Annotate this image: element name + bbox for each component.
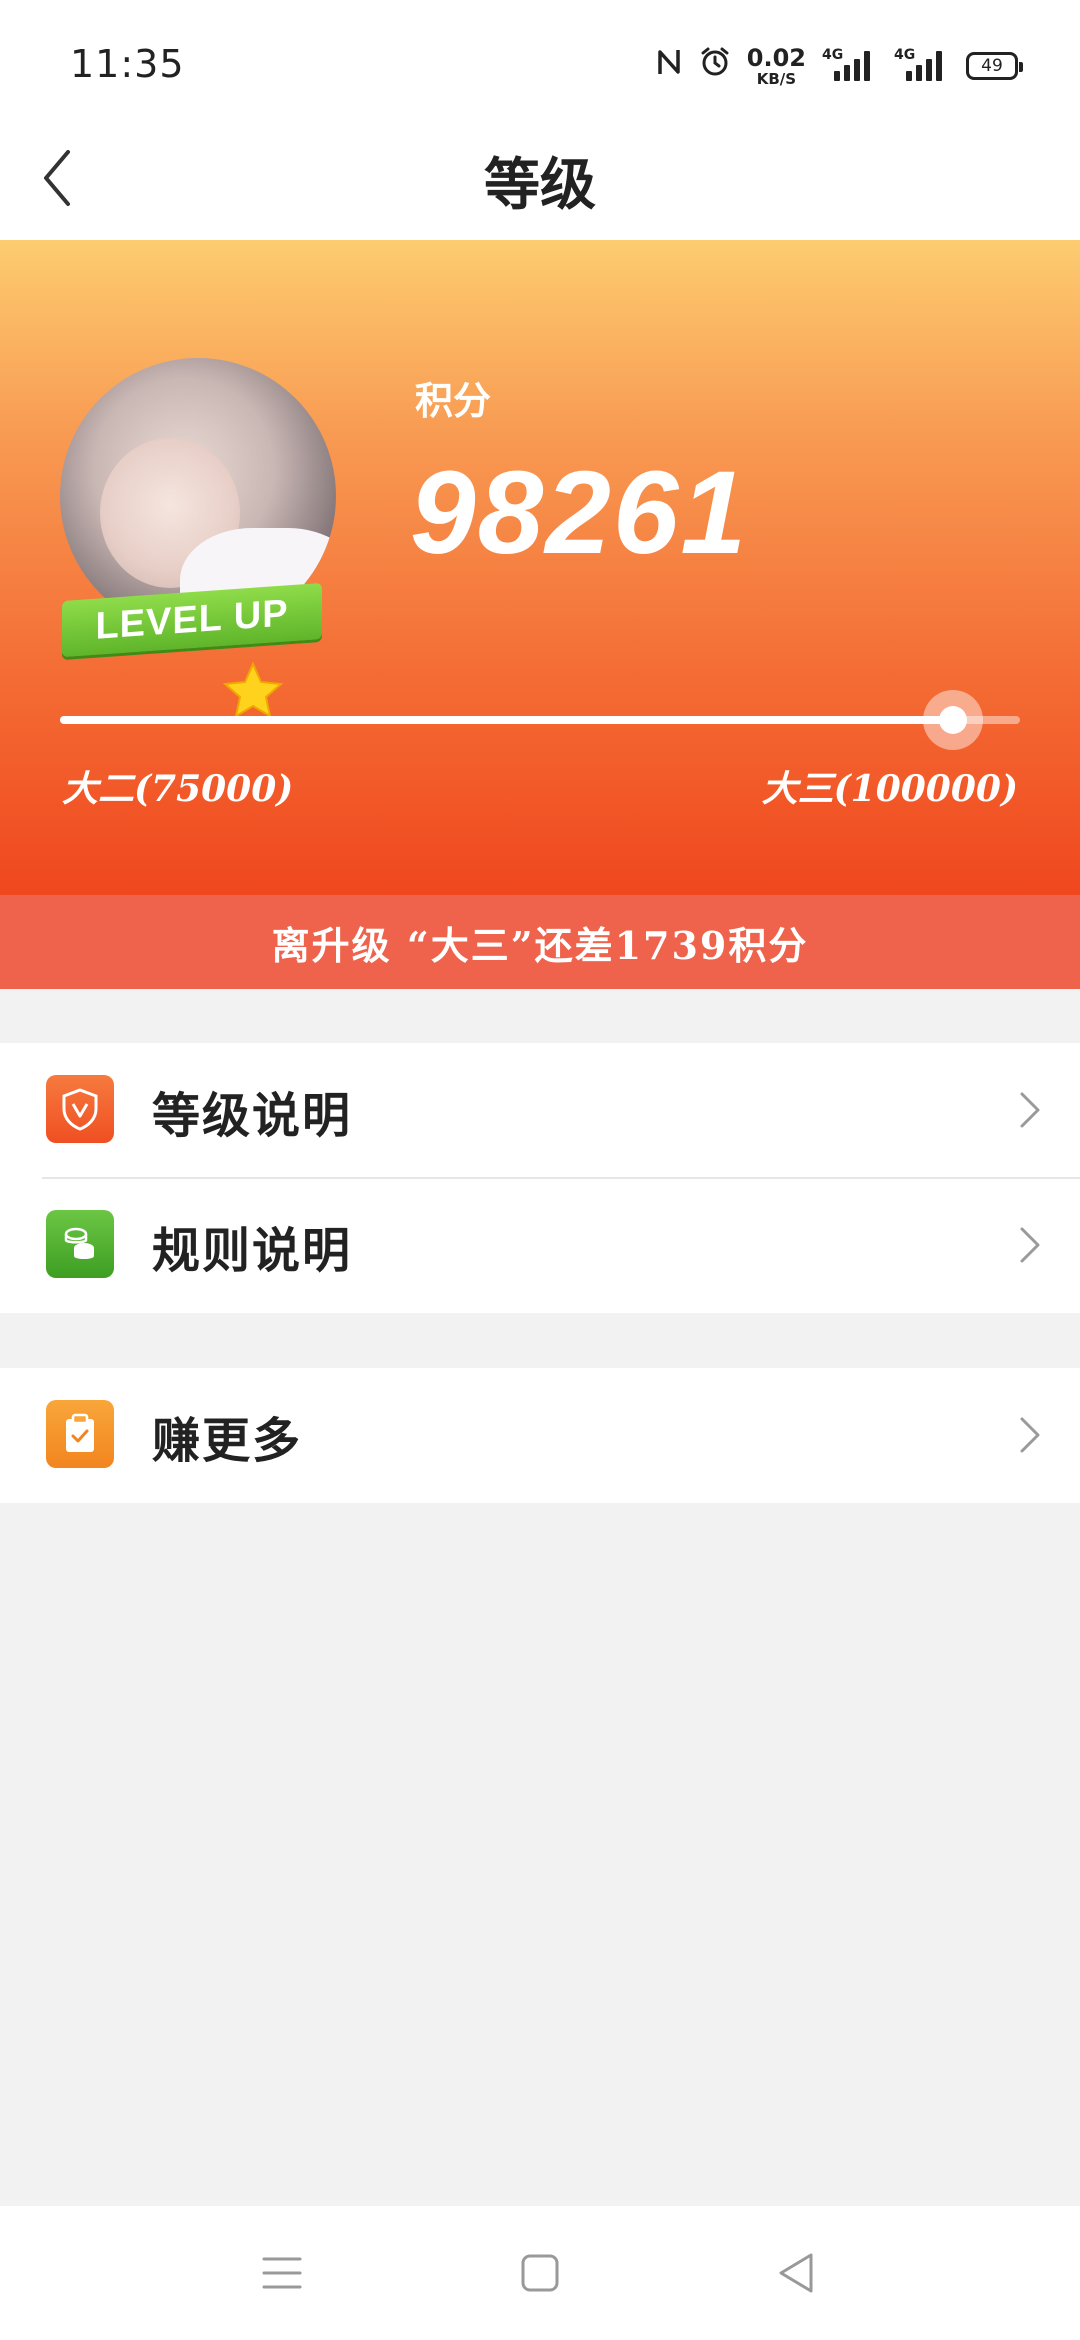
battery-icon: 49	[966, 52, 1023, 80]
level-up-text: LEVEL UP	[62, 582, 322, 658]
back-triangle-icon	[779, 2253, 813, 2293]
alarm-icon	[699, 46, 731, 86]
clipboard-check-icon	[46, 1400, 114, 1468]
chevron-right-icon	[1020, 1227, 1040, 1263]
menu-group-1: 等级说明 规则说明	[0, 1043, 1080, 1313]
menu-item-earn-more[interactable]: 赚更多	[0, 1368, 1080, 1503]
menu-item-label: 等级说明	[152, 1087, 353, 1144]
signal-1-tag: 4G	[822, 47, 844, 63]
chevron-right-icon	[1020, 1092, 1040, 1128]
nfc-icon	[655, 47, 683, 85]
menu-item-label: 规则说明	[152, 1222, 353, 1279]
coins-icon	[46, 1210, 114, 1278]
progress-fill	[60, 716, 953, 724]
net-speed-value: 0.02	[746, 43, 806, 72]
signal-icon-2: 4G	[894, 47, 950, 83]
star-icon	[222, 661, 284, 719]
menu-item-label: 赚更多	[152, 1412, 303, 1469]
signal-2-tag: 4G	[894, 47, 916, 63]
points-label: 积分	[415, 378, 492, 423]
battery-level: 49	[981, 56, 1003, 76]
shield-v-icon	[46, 1075, 114, 1143]
level-hero-card: LEVEL UP 积分 98261 大二(75000) 大三(100000)	[0, 240, 1080, 895]
back-button[interactable]	[18, 138, 98, 218]
home-button[interactable]	[510, 2243, 570, 2303]
chevron-left-icon	[44, 150, 70, 206]
next-level-label: 大三(100000)	[761, 768, 1018, 810]
header: 等级	[0, 120, 1080, 240]
status-icons: 0.02 KB/S 4G 4G 49	[655, 44, 1023, 88]
menu-item-rules-description[interactable]: 规则说明	[0, 1178, 1080, 1313]
system-nav-bar	[0, 2206, 1080, 2340]
status-bar: 11:35 0.02 KB/S 4G 4G 49	[0, 0, 1080, 120]
system-back-button[interactable]	[766, 2243, 826, 2303]
menu-item-level-description[interactable]: 等级说明	[0, 1043, 1080, 1178]
upgrade-message: 离升级 “大三”还差1739积分	[0, 895, 1080, 989]
chevron-right-icon	[1020, 1417, 1040, 1453]
status-time: 11:35	[70, 42, 185, 86]
home-square-icon	[521, 2254, 559, 2292]
menu-group-2: 赚更多	[0, 1368, 1080, 1503]
net-speed-unit: KB/S	[756, 69, 797, 88]
level-progress-bar	[60, 690, 1020, 750]
network-speed: 0.02 KB/S	[747, 46, 806, 87]
page-title: 等级	[484, 151, 596, 218]
recent-apps-button[interactable]	[252, 2243, 312, 2303]
level-up-badge: LEVEL UP	[62, 582, 322, 658]
menu-icon	[262, 2257, 302, 2289]
current-level-label: 大二(75000)	[62, 768, 294, 810]
points-value: 98261	[410, 447, 749, 579]
signal-icon-1: 4G	[822, 47, 878, 83]
progress-knob[interactable]	[922, 690, 983, 750]
